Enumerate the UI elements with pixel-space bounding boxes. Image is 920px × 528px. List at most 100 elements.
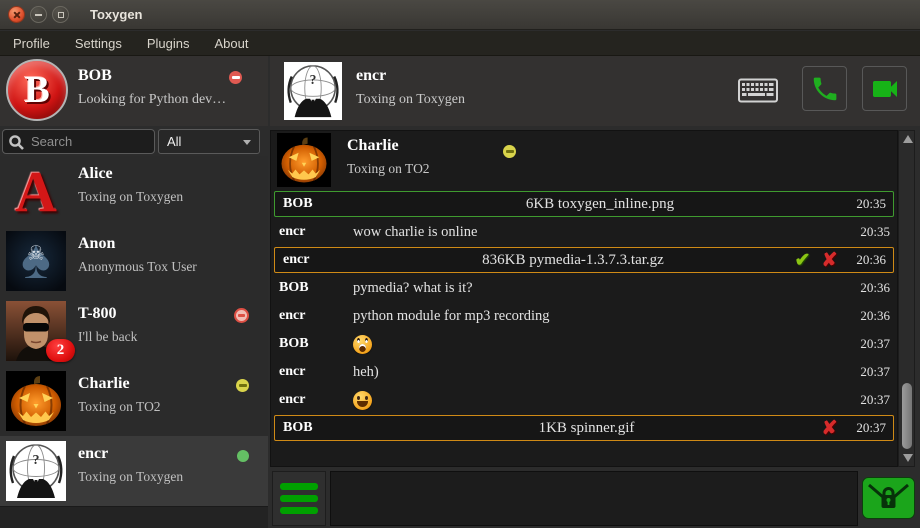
menu-about[interactable]: About	[214, 36, 248, 51]
active-peer-name: encr	[356, 67, 386, 85]
sidebar-bottom-strip	[0, 506, 268, 528]
contact-name: Charlie	[78, 375, 130, 393]
search-icon	[8, 134, 25, 151]
message-author: BOB	[275, 196, 357, 212]
self-status-message: Looking for Python dev…	[78, 92, 226, 108]
contact-name: Anon	[78, 235, 115, 253]
avatar: A	[6, 161, 66, 221]
maximize-icon[interactable]	[52, 6, 69, 23]
accept-file-button[interactable]: ✔	[789, 251, 816, 270]
message-time: 20:37	[847, 336, 897, 352]
contact-alice[interactable]: A Alice Toxing on Toxygen	[0, 156, 268, 226]
shocked-smiley-icon	[353, 335, 372, 354]
file-transfer-row: encr 836KB pymedia-1.3.7.3.tar.gz ✔ ✘ 20…	[274, 247, 894, 273]
file-transfer-label: 1KB spinner.gif	[357, 420, 816, 437]
self-profile-panel: B BOB Looking for Python dev…	[0, 56, 268, 126]
encrypted-send-icon	[862, 477, 915, 519]
keyboard-icon[interactable]	[738, 78, 778, 103]
file-transfer-row: BOB 1KB spinner.gif ✘ 20:37	[274, 415, 894, 441]
chat-peer-status-message: Toxing on TO2	[347, 161, 430, 177]
active-peer-avatar: ?	[284, 62, 342, 120]
decline-file-button[interactable]: ✘	[816, 419, 843, 438]
message-text: python module for mp3 recording	[353, 308, 847, 325]
search-box[interactable]	[2, 129, 155, 154]
video-call-button[interactable]	[862, 66, 907, 111]
message-time: 20:36	[847, 280, 897, 296]
message-author: encr	[271, 224, 353, 240]
message-row: BOB pymedia? what is it? 20:36	[271, 275, 897, 301]
svg-text:?: ?	[33, 453, 40, 468]
titlebar: Toxygen	[0, 0, 920, 30]
unread-count-badge: 2	[46, 339, 75, 362]
avatar: ♠ ☠	[6, 231, 66, 291]
away-status-icon	[503, 145, 516, 158]
message-time: 20:36	[843, 252, 893, 268]
minimize-icon[interactable]	[30, 6, 47, 23]
contact-filter-dropdown[interactable]: All	[158, 129, 260, 154]
chat-menu-button[interactable]	[272, 471, 326, 526]
video-camera-icon	[869, 73, 901, 105]
message-author: BOB	[271, 336, 353, 352]
message-author: BOB	[275, 420, 357, 436]
avatar	[6, 371, 66, 431]
search-input[interactable]	[29, 131, 149, 152]
menu-plugins[interactable]: Plugins	[147, 36, 190, 51]
anonymous-logo-icon: ?	[6, 441, 66, 501]
scrollbar-thumb[interactable]	[902, 383, 912, 449]
message-author: encr	[271, 364, 353, 380]
message-time: 20:37	[843, 420, 893, 436]
svg-text:?: ?	[310, 72, 317, 87]
self-avatar[interactable]: B	[6, 59, 68, 121]
contact-list: A Alice Toxing on Toxygen ♠ ☠ Anon Anony…	[0, 156, 268, 506]
chat-scrollbar[interactable]	[898, 130, 915, 467]
chat-peer-name: Charlie	[347, 137, 399, 155]
contact-encr[interactable]: ? encr Toxing on Toxygen	[0, 436, 268, 506]
contact-filter-value: All	[167, 134, 181, 149]
message-time: 20:37	[847, 364, 897, 380]
message-row: BOB 20:37	[271, 331, 897, 357]
contact-status-message: Anonymous Tox User	[78, 259, 197, 275]
message-author: encr	[275, 252, 357, 268]
contact-name: encr	[78, 445, 108, 463]
pumpkin-avatar	[6, 371, 66, 431]
anonymous-logo-icon: ?	[284, 62, 342, 120]
send-message-button[interactable]	[862, 477, 915, 519]
window-title: Toxygen	[90, 7, 143, 22]
phone-icon	[810, 74, 840, 104]
audio-call-button[interactable]	[802, 66, 847, 111]
file-transfer-label: 836KB pymedia-1.3.7.3.tar.gz	[357, 252, 789, 269]
message-time: 20:35	[843, 196, 893, 212]
message-input[interactable]	[330, 471, 858, 526]
message-row: encr python module for mp3 recording 20:…	[271, 303, 897, 329]
decline-file-button[interactable]: ✘	[816, 251, 843, 270]
letter-a-avatar: A	[6, 161, 66, 221]
menubar: Profile Settings Plugins About	[0, 31, 920, 56]
contact-status-message: I'll be back	[78, 329, 137, 345]
contact-charlie[interactable]: Charlie Toxing on TO2	[0, 366, 268, 436]
message-row: encr wow charlie is online 20:35	[271, 219, 897, 245]
away-status-icon	[236, 379, 249, 392]
message-time: 20:37	[847, 392, 897, 408]
contact-status-message: Toxing on Toxygen	[78, 189, 183, 205]
message-time: 20:36	[847, 308, 897, 324]
message-author: BOB	[271, 280, 353, 296]
message-text: heh)	[353, 364, 847, 381]
menu-hamburger-icon	[280, 483, 318, 490]
busy-status-icon	[234, 308, 249, 323]
scroll-down-icon[interactable]	[903, 454, 913, 462]
contact-t800[interactable]: T-800 I'll be back 2	[0, 296, 268, 366]
contact-anon[interactable]: ♠ ☠ Anon Anonymous Tox User	[0, 226, 268, 296]
scroll-up-icon[interactable]	[903, 135, 913, 143]
contact-status-message: Toxing on Toxygen	[78, 469, 183, 485]
active-peer-status-message: Toxing on Toxygen	[356, 92, 465, 108]
contact-status-message: Toxing on TO2	[78, 399, 161, 415]
search-row: All	[0, 127, 268, 156]
close-icon[interactable]	[8, 6, 25, 23]
menu-profile[interactable]: Profile	[13, 36, 50, 51]
menu-settings[interactable]: Settings	[75, 36, 122, 51]
file-transfer-label: 6KB toxygen_inline.png	[357, 196, 843, 213]
message-author: encr	[271, 308, 353, 324]
chat-peer-row[interactable]: Charlie Toxing on TO2	[271, 131, 897, 189]
message-text: wow charlie is online	[353, 224, 847, 241]
toxygen-window: Toxygen Profile Settings Plugins About B…	[0, 0, 920, 528]
